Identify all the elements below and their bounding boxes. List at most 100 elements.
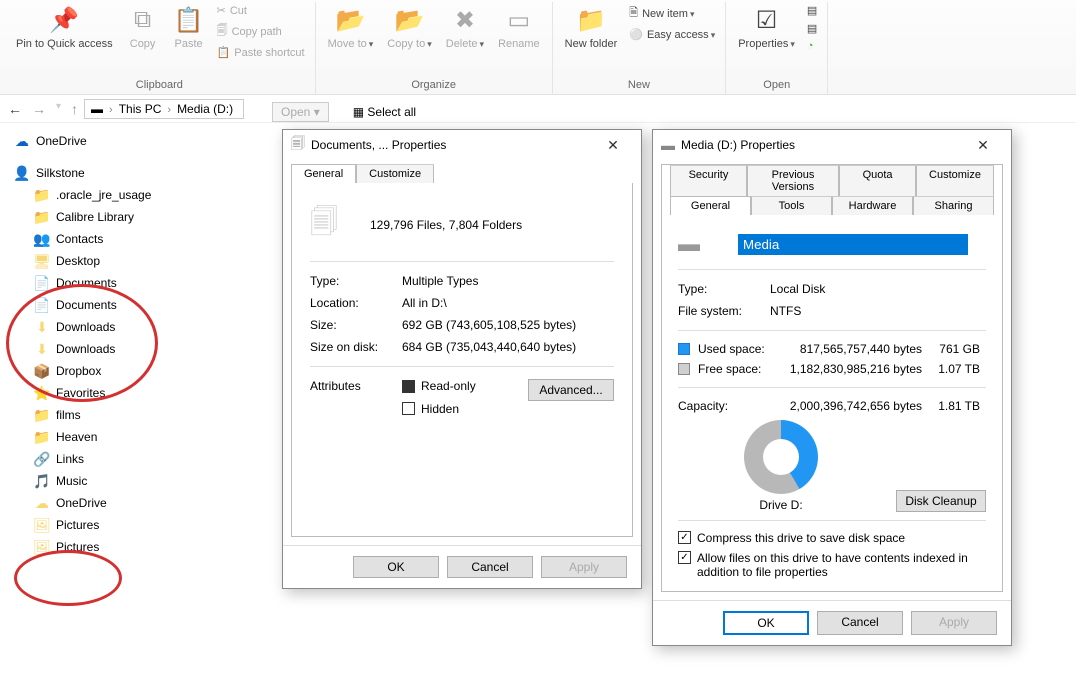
tree-item[interactable]: ⭐Favorites — [0, 382, 250, 404]
up-button[interactable]: ↑ — [71, 101, 78, 117]
ok-button[interactable]: OK — [723, 611, 809, 635]
paste-button[interactable]: 📋 Paste — [167, 2, 211, 52]
tab-quota[interactable]: Quota — [839, 165, 916, 196]
tree-item[interactable]: ⬇Downloads — [0, 338, 250, 360]
tab-general[interactable]: General — [291, 164, 356, 183]
dialog-body: 🗐 129,796 Files, 7,804 Folders Type:Mult… — [292, 183, 632, 536]
tree-item-label: Heaven — [56, 430, 97, 444]
tab-security[interactable]: Security — [670, 165, 747, 196]
new-group-label: New — [628, 77, 650, 94]
tab-hardware[interactable]: Hardware — [832, 196, 913, 215]
docstack-icon: 🗐 — [291, 133, 305, 157]
history-small-button[interactable]: ◔ — [803, 38, 821, 54]
newfolder-icon: 📁 — [575, 4, 607, 36]
tree-item-label: Contacts — [56, 232, 103, 246]
move-to-button[interactable]: 📂 Move to — [322, 2, 380, 52]
cancel-button[interactable]: Cancel — [447, 556, 533, 578]
copy-path-button[interactable]: 🗐Copy path — [213, 20, 309, 43]
dialog-titlebar[interactable]: ▬ Media (D:) Properties ✕ — [653, 130, 1011, 160]
copypath-icon: 🗐 — [217, 22, 228, 41]
edit-small-button[interactable]: ▤ — [803, 20, 821, 37]
ribbon: 📌 Pin to Quick access ⧉ Copy 📋 Paste ✂Cu… — [0, 0, 1076, 95]
properties-icon: ☑ — [751, 4, 783, 36]
recent-button[interactable]: ▾ — [56, 101, 61, 117]
copy-to-button[interactable]: 📂 Copy to — [381, 2, 437, 52]
tab-customize[interactable]: Customize — [916, 165, 994, 196]
ok-button[interactable]: OK — [353, 556, 439, 578]
used-color-icon — [678, 343, 690, 355]
tree-item[interactable]: 📄Documents — [0, 294, 250, 316]
rename-button[interactable]: ▭ Rename — [492, 2, 546, 52]
copy-icon: ⧉ — [127, 4, 159, 36]
history-icon: ◔ — [807, 40, 814, 52]
dialog-titlebar[interactable]: 🗐 Documents, ... Properties ✕ — [283, 130, 641, 160]
tree-item[interactable]: 📁Heaven — [0, 426, 250, 448]
folders-stack-icon: 🗐 — [310, 201, 370, 249]
cut-button[interactable]: ✂Cut — [213, 2, 309, 19]
hdd-icon: ▬ — [678, 231, 738, 257]
tree-item[interactable]: 📁Calibre Library — [0, 206, 250, 228]
apply-button[interactable]: Apply — [541, 556, 627, 578]
readonly-checkbox[interactable]: Read-only — [402, 379, 476, 393]
location-label: Location: — [310, 296, 402, 310]
paste-shortcut-button[interactable]: 📋Paste shortcut — [213, 44, 309, 61]
breadcrumb-drive[interactable]: Media (D:) — [177, 102, 233, 116]
compress-checkbox[interactable]: ✓Compress this drive to save disk space — [678, 531, 905, 545]
folder-icon: 📁 — [34, 407, 50, 423]
close-button[interactable]: ✕ — [963, 137, 1003, 154]
tree-item[interactable]: 🎵Music — [0, 470, 250, 492]
tree-item[interactable]: 👥Contacts — [0, 228, 250, 250]
tree-item-label: Documents — [56, 276, 117, 290]
dialog-title-text: Media (D:) Properties — [681, 138, 963, 152]
breadcrumb-root[interactable]: This PC — [119, 102, 162, 116]
breadcrumb[interactable]: ▬ This PC Media (D:) — [84, 99, 244, 119]
cancel-button[interactable]: Cancel — [817, 611, 903, 635]
tree-item[interactable]: 📄Documents — [0, 272, 250, 294]
tab-customize[interactable]: Customize — [356, 164, 434, 183]
tree-onedrive[interactable]: ☁OneDrive — [0, 130, 250, 152]
easy-access-button[interactable]: ⚪Easy access — [625, 26, 719, 43]
disk-cleanup-button[interactable]: Disk Cleanup — [896, 490, 986, 512]
open-group-label: Open — [763, 77, 790, 94]
new-folder-button[interactable]: 📁 New folder — [559, 2, 624, 52]
delete-button[interactable]: ✖ Delete — [440, 2, 490, 52]
tree-item-label: Downloads — [56, 342, 115, 356]
apply-button[interactable]: Apply — [911, 611, 997, 635]
open-small-button[interactable]: ▤ — [803, 2, 821, 19]
forward-button[interactable]: → — [32, 101, 46, 117]
new-item-button[interactable]: 🗎New item — [625, 2, 719, 25]
tab-tools[interactable]: Tools — [751, 196, 832, 215]
tab-sharing[interactable]: Sharing — [913, 196, 994, 215]
type-label: Type: — [678, 282, 770, 296]
back-button[interactable]: ← — [8, 101, 22, 117]
tree-item[interactable]: 📁 films — [0, 404, 250, 426]
properties-button[interactable]: ☑ Properties — [732, 2, 801, 52]
folder-icon: 🔗 — [34, 451, 50, 467]
tab-general[interactable]: General — [670, 196, 751, 215]
folder-icon: 📁 — [34, 187, 50, 203]
size-on-disk-label: Size on disk: — [310, 340, 402, 354]
advanced-button[interactable]: Advanced... — [528, 379, 614, 401]
index-checkbox[interactable]: ✓Allow files on this drive to have conte… — [678, 551, 977, 579]
copy-button[interactable]: ⧉ Copy — [121, 2, 165, 52]
hidden-checkbox[interactable]: Hidden — [402, 402, 459, 416]
tree-item[interactable]: 📁.oracle_jre_usage — [0, 184, 250, 206]
pin-to-quick-access-button[interactable]: 📌 Pin to Quick access — [10, 2, 119, 52]
tree-item[interactable]: ⬇Downloads — [0, 316, 250, 338]
tree-item[interactable]: 🖥Desktop — [0, 250, 250, 272]
drive-name-input[interactable] — [738, 234, 968, 255]
tree-item-label: Pictures — [56, 540, 99, 554]
tree-item[interactable]: 🖼Pictures — [0, 514, 250, 536]
tree-item-label: Music — [56, 474, 87, 488]
tree-item[interactable]: 🔗Links — [0, 448, 250, 470]
tree-item[interactable]: 📦Dropbox — [0, 360, 250, 382]
usage-donut-icon — [744, 420, 818, 494]
tree-user[interactable]: 👤Silkstone — [0, 162, 250, 184]
dialog-buttons: OK Cancel Apply — [653, 600, 1011, 645]
tree-item[interactable]: 🖼Pictures — [0, 536, 250, 558]
close-button[interactable]: ✕ — [593, 137, 633, 154]
tree-item[interactable]: ☁OneDrive — [0, 492, 250, 514]
tab-previous-versions[interactable]: Previous Versions — [747, 165, 839, 196]
tree-item-label: films — [56, 408, 81, 422]
folder-icon: 🖼 — [34, 517, 50, 533]
